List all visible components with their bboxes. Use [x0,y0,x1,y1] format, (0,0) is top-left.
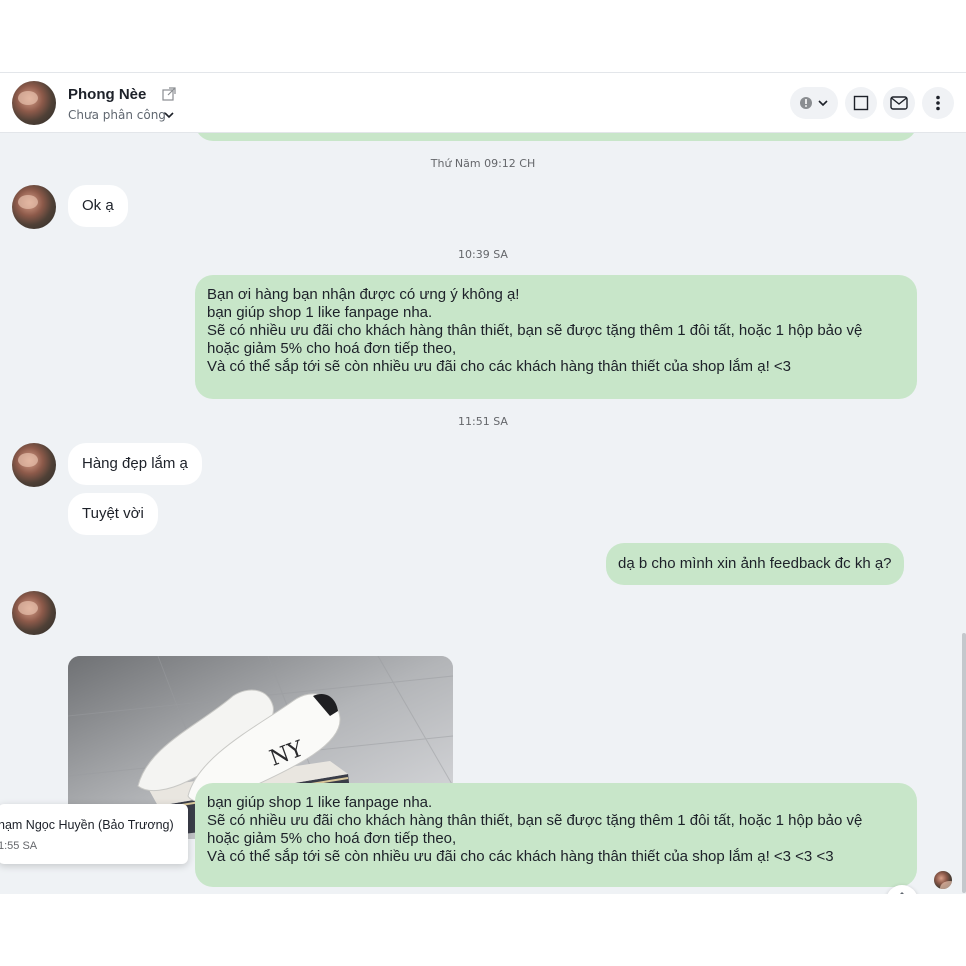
info-icon [800,97,812,109]
scrollbar[interactable] [962,633,966,893]
mail-icon [890,96,908,110]
sender-avatar [12,443,56,487]
mark-button[interactable] [845,87,877,119]
timestamp: 11:51 SA [458,415,508,428]
message-line: Sẽ có nhiều ưu đãi cho khách hàng thân t… [207,812,863,829]
message-list[interactable]: Thứ Năm 09:12 CH Ok ạ 10:39 SA Bạn ơi hà… [0,119,966,894]
outgoing-message[interactable]: bạn giúp shop 1 like fanpage nha. Sẽ có … [195,783,917,887]
contact-name[interactable]: Phong Nèe [68,86,146,103]
message-line: bạn giúp shop 1 like fanpage nha. [207,794,433,811]
sender-tooltip: hạm Ngọc Huyền (Bảo Trương) 1:55 SA [0,804,188,864]
conversation-header: Phong Nèe Chưa phân công [0,73,966,133]
message-line: Và có thể sắp tới sẽ còn nhiều ưu đãi ch… [207,848,834,865]
chevron-down-icon [818,100,828,107]
outgoing-message[interactable]: dạ b cho mình xin ảnh feedback đc kh ạ? [606,543,904,585]
message-line: bạn giúp shop 1 like fanpage nha. [207,304,433,321]
message-line: hoặc giảm 5% cho hoá đơn tiếp theo, [207,830,457,847]
tooltip-time: 1:55 SA [0,840,38,852]
seen-avatar [934,871,952,889]
incoming-message[interactable]: Ok ạ [68,185,128,227]
square-icon [853,95,869,111]
chevron-down-icon[interactable] [163,109,175,121]
status-dropdown-button[interactable] [790,87,838,119]
chevron-up-icon [900,892,904,894]
tooltip-sender: hạm Ngọc Huyền (Bảo Trương) [0,818,174,832]
more-vertical-icon [936,95,940,111]
more-options-button[interactable] [922,87,954,119]
message-line: Sẽ có nhiều ưu đãi cho khách hàng thân t… [207,322,863,339]
external-link-icon[interactable] [162,87,176,101]
sender-avatar [12,185,56,229]
message-line: hoặc giảm 5% cho hoá đơn tiếp theo, [207,340,457,357]
incoming-message[interactable]: Hàng đẹp lắm ạ [68,443,202,485]
contact-avatar[interactable] [12,81,56,125]
assignee-dropdown-label[interactable]: Chưa phân công [68,108,166,122]
outgoing-message[interactable]: Bạn ơi hàng bạn nhận được có ưng ý không… [195,275,917,399]
mail-button[interactable] [883,87,915,119]
timestamp: 10:39 SA [458,248,508,261]
sender-avatar [12,591,56,635]
message-line: Bạn ơi hàng bạn nhận được có ưng ý không… [207,286,520,303]
timestamp: Thứ Năm 09:12 CH [430,157,536,170]
message-line: Và có thể sắp tới sẽ còn nhiều ưu đãi ch… [207,358,792,375]
conversation-panel: Phong Nèe Chưa phân công Thứ Năm 09:12 C… [0,72,966,894]
incoming-message[interactable]: Tuyệt vời [68,493,158,535]
